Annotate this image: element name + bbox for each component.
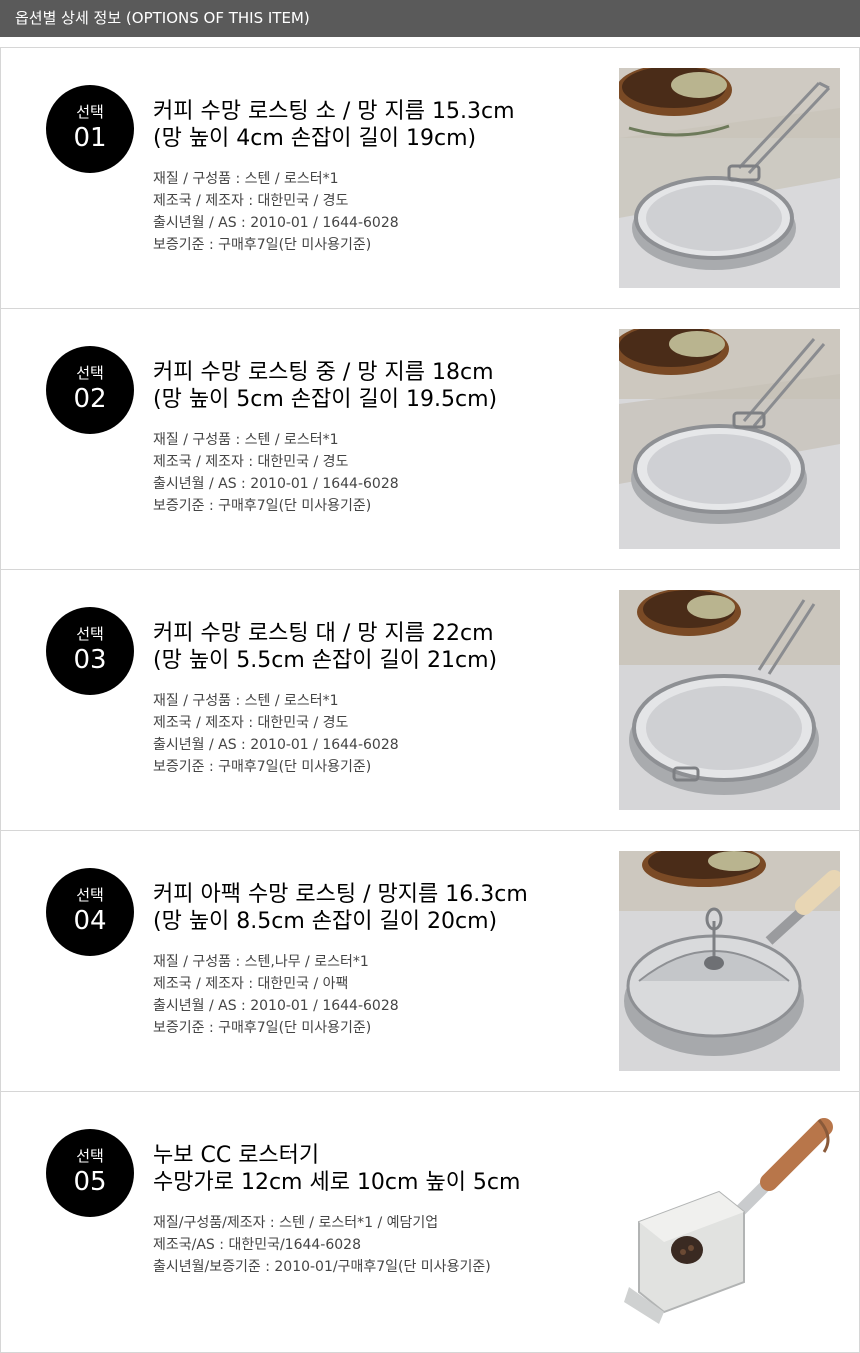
badge-label: 선택 [76,1147,104,1165]
option-title-line1: 커피 수망 로스팅 중 / 망 지름 18cm [153,360,494,385]
spec-line: 보증기준 : 구매후7일(단 미사용기준) [153,759,372,775]
covered-mesh-roaster-wood-handle-photo [619,851,840,1071]
badge-label: 선택 [76,364,104,382]
option-item: 선택 03 커피 수망 로스팅 대 / 망 지름 22cm (망 높이 5.5c… [0,569,860,830]
stainless-mesh-roaster-photo [619,329,840,549]
badge-number: 05 [73,1167,107,1197]
spec-line: 보증기준 : 구매후7일(단 미사용기준) [153,1020,372,1036]
option-title-line1: 커피 아팩 수망 로스팅 / 망지름 16.3cm [153,882,528,907]
option-badge: 선택 05 [46,1129,134,1217]
spec-line: 보증기준 : 구매후7일(단 미사용기준) [153,237,372,253]
spec-line: 재질 / 구성품 : 스텐 / 로스터*1 [153,432,339,448]
spec-line: 재질 / 구성품 : 스텐 / 로스터*1 [153,171,339,187]
option-specs: 재질 / 구성품 : 스텐 / 로스터*1 제조국 / 제조자 : 대한민국 /… [153,429,399,517]
option-title: 커피 수망 로스팅 대 / 망 지름 22cm (망 높이 5.5cm 손잡이 … [153,620,497,674]
section-header: 옵션별 상세 정보 (OPTIONS OF THIS ITEM) [0,0,860,37]
badge-label: 선택 [76,103,104,121]
option-title-line1: 커피 수망 로스팅 소 / 망 지름 15.3cm [153,99,515,124]
spec-line: 출시년월 / AS : 2010-01 / 1644-6028 [153,215,399,231]
option-specs: 재질/구성품/제조자 : 스텐 / 로스터*1 / 예담기업 제조국/AS : … [153,1212,491,1278]
option-title-line1: 누보 CC 로스터기 [153,1143,320,1168]
option-title: 커피 수망 로스팅 중 / 망 지름 18cm (망 높이 5cm 손잡이 길이… [153,359,497,413]
option-title: 커피 수망 로스팅 소 / 망 지름 15.3cm (망 높이 4cm 손잡이 … [153,98,515,152]
option-title-line1: 커피 수망 로스팅 대 / 망 지름 22cm [153,621,494,646]
badge-number: 03 [73,645,107,675]
option-title-line2: (망 높이 8.5cm 손잡이 길이 20cm) [153,909,498,934]
spec-line: 출시년월 / AS : 2010-01 / 1644-6028 [153,737,399,753]
stainless-mesh-roaster-photo [619,590,840,810]
option-title: 누보 CC 로스터기 수망가로 12cm 세로 10cm 높이 5cm [153,1142,520,1196]
box-roaster-with-handle-photo [619,1112,840,1332]
spec-line: 출시년월 / AS : 2010-01 / 1644-6028 [153,998,399,1014]
option-badge: 선택 04 [46,868,134,956]
spec-line: 재질/구성품/제조자 : 스텐 / 로스터*1 / 예담기업 [153,1215,439,1231]
option-title-line2: (망 높이 5.5cm 손잡이 길이 21cm) [153,648,498,673]
spec-line: 제조국 / 제조자 : 대한민국 / 아팩 [153,976,349,992]
option-title: 커피 아팩 수망 로스팅 / 망지름 16.3cm (망 높이 8.5cm 손잡… [153,881,528,935]
spec-line: 보증기준 : 구매후7일(단 미사용기준) [153,498,372,514]
spec-line: 제조국/AS : 대한민국/1644-6028 [153,1237,361,1253]
spec-line: 출시년월/보증기준 : 2010-01/구매후7일(단 미사용기준) [153,1259,491,1275]
option-item: 선택 02 커피 수망 로스팅 중 / 망 지름 18cm (망 높이 5cm … [0,308,860,569]
spec-line: 제조국 / 제조자 : 대한민국 / 경도 [153,715,349,731]
option-specs: 재질 / 구성품 : 스텐,나무 / 로스터*1 제조국 / 제조자 : 대한민… [153,951,399,1039]
spec-line: 제조국 / 제조자 : 대한민국 / 경도 [153,193,349,209]
spec-line: 재질 / 구성품 : 스텐,나무 / 로스터*1 [153,954,369,970]
spec-line: 출시년월 / AS : 2010-01 / 1644-6028 [153,476,399,492]
spec-line: 재질 / 구성품 : 스텐 / 로스터*1 [153,693,339,709]
option-badge: 선택 02 [46,346,134,434]
option-item: 선택 01 커피 수망 로스팅 소 / 망 지름 15.3cm (망 높이 4c… [0,47,860,308]
badge-number: 02 [73,384,107,414]
badge-label: 선택 [76,886,104,904]
section-header-title: 옵션별 상세 정보 (OPTIONS OF THIS ITEM) [15,9,310,27]
option-title-line2: (망 높이 4cm 손잡이 길이 19cm) [153,126,477,151]
stainless-mesh-roaster-photo [619,68,840,288]
option-specs: 재질 / 구성품 : 스텐 / 로스터*1 제조국 / 제조자 : 대한민국 /… [153,168,399,256]
spec-line: 제조국 / 제조자 : 대한민국 / 경도 [153,454,349,470]
option-title-line2: 수망가로 12cm 세로 10cm 높이 5cm [153,1170,521,1195]
option-list: 선택 01 커피 수망 로스팅 소 / 망 지름 15.3cm (망 높이 4c… [0,47,860,1353]
badge-number: 04 [73,906,107,936]
option-badge: 선택 01 [46,85,134,173]
option-item: 선택 04 커피 아팩 수망 로스팅 / 망지름 16.3cm (망 높이 8.… [0,830,860,1091]
badge-label: 선택 [76,625,104,643]
option-title-line2: (망 높이 5cm 손잡이 길이 19.5cm) [153,387,498,412]
option-specs: 재질 / 구성품 : 스텐 / 로스터*1 제조국 / 제조자 : 대한민국 /… [153,690,399,778]
option-item: 선택 05 누보 CC 로스터기 수망가로 12cm 세로 10cm 높이 5c… [0,1091,860,1353]
option-badge: 선택 03 [46,607,134,695]
badge-number: 01 [73,123,107,153]
